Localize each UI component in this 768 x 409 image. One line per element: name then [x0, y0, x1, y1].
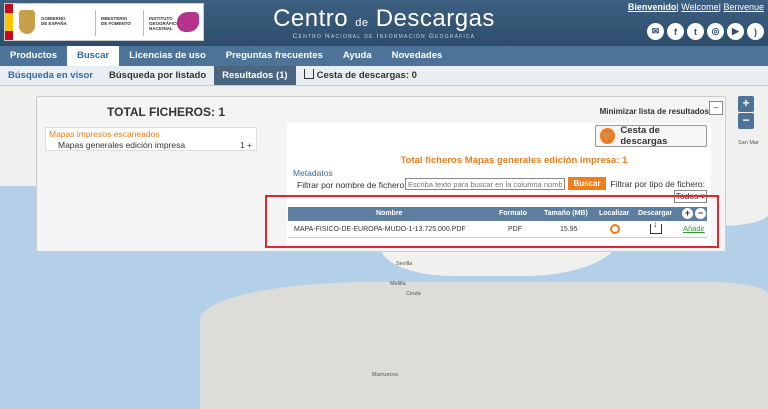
tab-busqueda-listado[interactable]: Búsqueda por listado	[101, 66, 214, 85]
title-small: de	[355, 17, 369, 29]
facebook-icon[interactable]: f	[667, 23, 684, 40]
nav-licencias[interactable]: Licencias de uso	[119, 46, 216, 66]
total-files-title: TOTAL FICHEROS: 1	[107, 105, 226, 119]
total-files-line: Total ficheros Mapas generales edición i…	[400, 155, 628, 166]
tab-cesta-descargas[interactable]: Cesta de descargas: 0	[296, 66, 425, 85]
category-count[interactable]: 1 +	[240, 140, 252, 150]
category-title[interactable]: Mapas impresos escaneados	[49, 129, 160, 139]
filter-name-input[interactable]	[405, 178, 565, 190]
metadatos-link[interactable]: Metadatos	[293, 168, 333, 178]
map-label-san-mar: San Mar	[738, 140, 759, 146]
nav-ayuda[interactable]: Ayuda	[333, 46, 382, 66]
cesta-descargas-button[interactable]: 🛒 Cesta de descargas	[595, 125, 707, 147]
zoom-out-button[interactable]: −	[738, 113, 754, 129]
nav-preguntas[interactable]: Preguntas frecuentes	[216, 46, 333, 66]
language-links: Bienvenido| Welcome| Benvenue	[627, 2, 764, 12]
category-item[interactable]: Mapas generales edición impresa	[58, 140, 185, 150]
twitter-icon[interactable]: t	[687, 23, 704, 40]
rss-icon[interactable]: )	[747, 23, 764, 40]
lang-link-welcome[interactable]: Welcome	[681, 2, 718, 12]
map-label-melilla: Melilla	[390, 281, 406, 287]
map-land-africa	[200, 282, 768, 409]
download-tray-icon	[303, 69, 314, 79]
youtube-icon[interactable]: ▶	[727, 23, 744, 40]
title-part1: Centro	[273, 5, 349, 32]
main-nav: Productos Buscar Licencias de uso Pregun…	[0, 46, 768, 66]
category-tree: Mapas impresos escaneados Mapas generale…	[45, 127, 257, 151]
map-label-ceuta: Ceuta	[406, 291, 421, 297]
map-label-marruecos: Marruecos	[372, 372, 398, 378]
tab-busqueda-visor[interactable]: Búsqueda en visor	[0, 66, 101, 85]
title-part2: Descargas	[375, 5, 495, 32]
site-header: GOBIERNO DE ESPAÑA MINISTERIO DE FOMENTO…	[0, 0, 768, 46]
mail-icon[interactable]: ✉	[647, 23, 664, 40]
zoom-in-button[interactable]: +	[738, 96, 754, 112]
minimize-results-link[interactable]: Minimizar lista de resultados	[600, 107, 709, 116]
sub-nav: Búsqueda en visor Búsqueda por listado R…	[0, 66, 768, 86]
shopping-cart-icon: 🛒	[600, 128, 616, 144]
filter-type-label: Filtrar por tipo de fichero:	[610, 179, 705, 189]
tab-resultados[interactable]: Resultados (1)	[214, 66, 296, 85]
social-links: ✉ f t ◎ ▶ )	[647, 23, 764, 40]
highlight-frame	[265, 195, 719, 248]
instagram-icon[interactable]: ◎	[707, 23, 724, 40]
filter-name-label: Filtrar por nombre de fichero:	[297, 180, 407, 190]
nav-novedades[interactable]: Novedades	[382, 46, 453, 66]
lang-link-benvenue[interactable]: Benvenue	[723, 2, 764, 12]
buscar-button[interactable]: Buscar	[568, 177, 606, 190]
minimize-button[interactable]: –	[709, 101, 723, 115]
lang-link-bienvenido[interactable]: Bienvenido	[628, 2, 677, 12]
map-label-sevilla: Sevilla	[396, 261, 413, 267]
nav-buscar[interactable]: Buscar	[66, 46, 120, 66]
cesta-count-label: Cesta de descargas: 0	[316, 70, 417, 81]
nav-productos[interactable]: Productos	[0, 46, 67, 66]
cesta-button-label: Cesta de descargas	[620, 125, 668, 147]
